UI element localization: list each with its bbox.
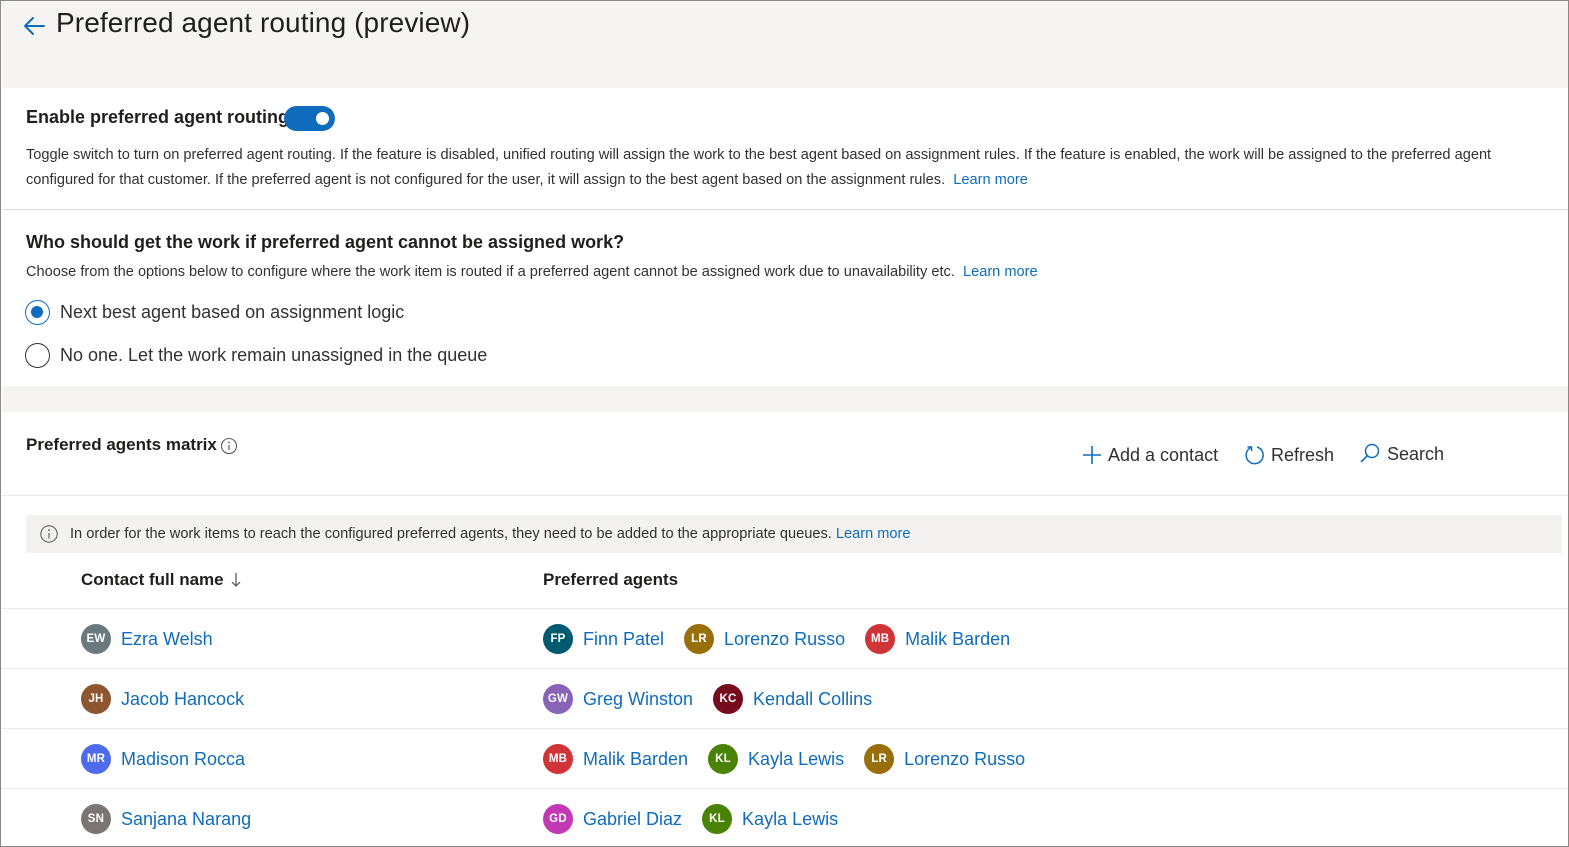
search-label: Search bbox=[1387, 443, 1445, 464]
enable-description-text: Toggle switch to turn on preferred agent… bbox=[26, 147, 1492, 188]
avatar: KL bbox=[708, 744, 739, 774]
avatar: EW bbox=[81, 624, 111, 654]
avatar: SN bbox=[81, 804, 111, 834]
agent-persona[interactable]: FP Finn Patel bbox=[543, 624, 664, 654]
contact-persona[interactable]: EW Ezra Welsh bbox=[81, 624, 213, 654]
matrix-title: Preferred agents matrix bbox=[26, 435, 217, 454]
table-row: SN Sanjana Narang GD Gabriel Diaz KL Kayla Le… bbox=[2, 788, 1568, 846]
preferred-agents-list: GD Gabriel Diaz KL Kayla Lewis bbox=[543, 804, 838, 834]
column-header-agents-label: Preferred agents bbox=[543, 570, 679, 589]
agent-name[interactable]: Finn Patel bbox=[583, 629, 664, 650]
refresh-button[interactable]: Refresh bbox=[1244, 444, 1334, 466]
contact-persona-name[interactable]: Ezra Welsh bbox=[121, 629, 213, 650]
preferred-agents-list: GW Greg Winston KC Kendall Collins bbox=[543, 684, 872, 714]
page-title: Preferred agent routing (preview) bbox=[56, 7, 471, 38]
avatar: MB bbox=[865, 624, 896, 654]
column-header-agents: Preferred agents bbox=[543, 570, 678, 590]
table-row: MR Madison Rocca MB Malik Barden KL Kayla Lew… bbox=[2, 728, 1568, 788]
table-row: EW Ezra Welsh FP Finn Patel LR Lorenzo Russo M… bbox=[2, 608, 1568, 668]
fallback-title: Who should get the work if preferred age… bbox=[26, 232, 625, 252]
radio-label: Next best agent based on assignment logi… bbox=[60, 301, 405, 322]
agent-name[interactable]: Kayla Lewis bbox=[742, 809, 838, 830]
agent-persona[interactable]: KL Kayla Lewis bbox=[702, 804, 838, 834]
agent-persona[interactable]: MB Malik Barden bbox=[543, 744, 688, 774]
agent-name[interactable]: Greg Winston bbox=[583, 689, 693, 710]
avatar: MB bbox=[543, 744, 573, 774]
contact-persona[interactable]: SN Sanjana Narang bbox=[81, 804, 251, 834]
matrix-header: Preferred agents matrix Add a contact Re… bbox=[2, 412, 1568, 496]
fallback-section: Who should get the work if preferred age… bbox=[2, 211, 1568, 386]
sort-descending-icon bbox=[231, 573, 241, 587]
agent-persona[interactable]: GD Gabriel Diaz bbox=[543, 804, 682, 834]
radio-option-no-one[interactable]: No one. Let the work remain unassigned i… bbox=[25, 341, 487, 369]
table-row: JH Jacob Hancock GW Greg Winston KC Kendall C… bbox=[2, 668, 1568, 728]
search-icon bbox=[1360, 443, 1380, 463]
radio-button-selected[interactable] bbox=[25, 299, 50, 325]
agent-name[interactable]: Kendall Collins bbox=[753, 689, 872, 710]
info-icon bbox=[40, 525, 58, 543]
agent-name[interactable]: Malik Barden bbox=[583, 749, 688, 770]
refresh-label: Refresh bbox=[1271, 444, 1335, 465]
avatar: GW bbox=[543, 684, 573, 714]
info-icon[interactable] bbox=[220, 437, 238, 455]
avatar: LR bbox=[684, 624, 715, 654]
agent-name[interactable]: Malik Barden bbox=[905, 629, 1010, 650]
add-contact-label: Add a contact bbox=[1108, 444, 1219, 465]
contact-persona-name[interactable]: Jacob Hancock bbox=[121, 689, 244, 710]
contact-persona[interactable]: JH Jacob Hancock bbox=[81, 684, 244, 714]
agent-persona[interactable]: GW Greg Winston bbox=[543, 684, 693, 714]
agent-persona[interactable]: LR Lorenzo Russo bbox=[864, 744, 1025, 774]
add-icon bbox=[1083, 446, 1101, 464]
preferred-agents-matrix: Preferred agents matrix Add a contact Re… bbox=[2, 412, 1568, 846]
banner-text: In order for the work items to reach the… bbox=[70, 526, 832, 542]
enable-description: Toggle switch to turn on preferred agent… bbox=[26, 143, 1556, 193]
agent-persona[interactable]: KL Kayla Lewis bbox=[708, 744, 844, 774]
fallback-learn-more-link[interactable]: Learn more bbox=[963, 264, 1038, 280]
avatar: KL bbox=[702, 804, 733, 834]
avatar: FP bbox=[543, 624, 573, 654]
preferred-agents-list: MB Malik Barden KL Kayla Lewis LR Lorenzo Rus… bbox=[543, 744, 1025, 774]
enable-routing-label: Enable preferred agent routing bbox=[26, 107, 290, 127]
column-header-contact-label: Contact full name bbox=[81, 570, 224, 589]
page-header: Preferred agent routing (preview) bbox=[2, 2, 1568, 88]
agent-name[interactable]: Kayla Lewis bbox=[748, 749, 844, 770]
info-banner: In order for the work items to reach the… bbox=[26, 515, 1562, 553]
contact-persona-name[interactable]: Madison Rocca bbox=[121, 749, 245, 770]
toggle-knob bbox=[316, 112, 329, 125]
radio-option-next-best-agent[interactable]: Next best agent based on assignment logi… bbox=[25, 298, 404, 326]
agent-persona[interactable]: KC Kendall Collins bbox=[713, 684, 872, 714]
contact-persona[interactable]: MR Madison Rocca bbox=[81, 744, 245, 774]
agent-name[interactable]: Lorenzo Russo bbox=[904, 749, 1025, 770]
preferred-agents-list: FP Finn Patel LR Lorenzo Russo MB Malik Barde… bbox=[543, 624, 1010, 654]
search-button[interactable]: Search bbox=[1358, 442, 1444, 466]
column-header-contact[interactable]: Contact full name bbox=[81, 570, 242, 590]
avatar: KC bbox=[713, 684, 744, 714]
enable-routing-toggle[interactable] bbox=[284, 106, 335, 131]
agent-persona[interactable]: LR Lorenzo Russo bbox=[684, 624, 845, 654]
refresh-icon bbox=[1245, 446, 1264, 465]
agent-name[interactable]: Lorenzo Russo bbox=[724, 629, 845, 650]
radio-button[interactable] bbox=[25, 342, 50, 368]
enable-section: Enable preferred agent routing Toggle sw… bbox=[2, 88, 1568, 210]
back-arrow-icon[interactable] bbox=[22, 10, 48, 40]
avatar: GD bbox=[543, 804, 573, 834]
fallback-description-text: Choose from the options below to configu… bbox=[26, 264, 955, 280]
add-contact-button[interactable]: Add a contact bbox=[1081, 444, 1218, 466]
agent-persona[interactable]: MB Malik Barden bbox=[865, 624, 1010, 654]
avatar: MR bbox=[81, 744, 111, 774]
contact-persona-name[interactable]: Sanjana Narang bbox=[121, 809, 251, 830]
avatar: JH bbox=[81, 684, 111, 714]
banner-learn-more-link[interactable]: Learn more bbox=[836, 526, 911, 542]
enable-learn-more-link[interactable]: Learn more bbox=[953, 172, 1028, 188]
radio-label: No one. Let the work remain unassigned i… bbox=[60, 344, 488, 365]
section-divider bbox=[2, 386, 1568, 412]
agent-name[interactable]: Gabriel Diaz bbox=[583, 809, 682, 830]
avatar: LR bbox=[864, 744, 895, 774]
fallback-description: Choose from the options below to configu… bbox=[26, 264, 1038, 280]
page-frame: Preferred agent routing (preview) Enable… bbox=[0, 0, 1569, 847]
